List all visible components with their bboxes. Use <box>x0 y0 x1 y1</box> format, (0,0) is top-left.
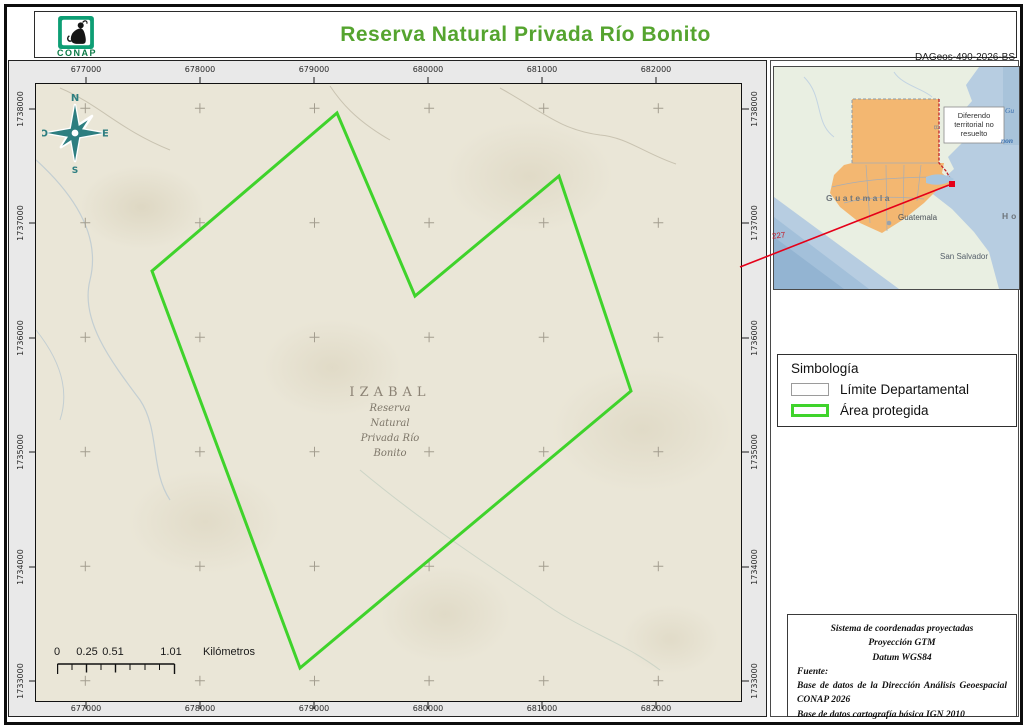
inset-belize-label: B <box>932 125 939 130</box>
x-axis-label: 678000 <box>175 704 225 713</box>
departmental-boundary-swatch <box>791 383 829 396</box>
department-label: IZABAL <box>349 385 430 400</box>
inset-san-salvador-label: San Salvador <box>940 252 988 261</box>
inset-map-graphic: Diferendo territorial no resuelto Guatem… <box>774 67 1019 289</box>
x-axis-label: 679000 <box>289 704 339 713</box>
inset-city-dot <box>887 221 892 226</box>
crs-line: Proyección GTM <box>797 636 1007 650</box>
inset-sea-label: Gu <box>1005 106 1014 115</box>
side-panel: Diferendo territorial no resuelto Guatem… <box>770 60 1019 717</box>
territorial-note-line: Diferendo <box>958 111 991 120</box>
y-axis-label: 1733000 <box>750 659 760 703</box>
y-axis-label: 1733000 <box>16 659 26 703</box>
header-bar: CONAP Reserva Natural Privada Río Bonito <box>34 11 1017 58</box>
credits-box: Sistema de coordenadas proyectadas Proye… <box>787 614 1017 717</box>
fuente-label: Fuente: <box>797 665 1007 679</box>
compass-e-label: E <box>102 129 108 140</box>
y-axis-label: 1734000 <box>750 545 760 589</box>
reserve-label-line: Privada Río <box>361 433 420 444</box>
y-axis-label: 1738000 <box>16 87 26 131</box>
y-axis-label: 1737000 <box>750 201 760 245</box>
page-title: Reserva Natural Privada Río Bonito <box>35 12 1016 57</box>
compass-o-label: O <box>42 129 48 140</box>
scalebar-value: 1.01 <box>160 646 181 658</box>
legend-title: Simbología <box>791 361 859 376</box>
inset-city-label: Guatemala <box>898 213 938 222</box>
map-canvas: N S E O IZABAL Reserva Natural Privada R… <box>35 83 742 702</box>
x-axis-label: 682000 <box>631 65 681 74</box>
reserve-location-dot <box>949 181 955 187</box>
scale-bar: 0 0.25 0.51 1.01 Kilómetros <box>51 646 281 680</box>
reserve-label-line: Reserva <box>370 403 411 414</box>
x-axis-label: 680000 <box>403 704 453 713</box>
x-axis-label: 682000 <box>631 704 681 713</box>
y-axis-label: 1738000 <box>750 87 760 131</box>
compass-s-label: S <box>72 166 78 175</box>
territorial-note-line: territorial no <box>954 120 994 129</box>
territorial-note-line: resuelto <box>961 129 988 138</box>
scalebar-ticks <box>57 663 187 677</box>
x-axis-label: 680000 <box>403 65 453 74</box>
x-axis-label: 678000 <box>175 65 225 74</box>
x-axis-label: 677000 <box>61 65 111 74</box>
crs-line: Datum WGS84 <box>797 651 1007 665</box>
compass-icon: N S E O <box>42 89 108 175</box>
legend-item-label: Límite Departamental <box>840 382 969 397</box>
reserve-label-line: Natural <box>370 418 409 429</box>
inset-country-label: Guatemala <box>826 193 892 203</box>
y-axis-label: 1736000 <box>16 316 26 360</box>
scalebar-unit: Kilómetros <box>203 646 255 658</box>
x-axis-label: 677000 <box>61 704 111 713</box>
source-line: Base de datos cartografía básica IGN 201… <box>797 708 1007 722</box>
y-axis-label: 1736000 <box>750 316 760 360</box>
x-axis-label: 681000 <box>517 65 567 74</box>
leader-line-ref: 227 <box>772 230 786 240</box>
crs-line: Sistema de coordenadas proyectadas <box>797 622 1007 636</box>
inset-locator-map: Diferendo territorial no resuelto Guatem… <box>773 66 1020 290</box>
map-panel: N S E O IZABAL Reserva Natural Privada R… <box>8 60 767 717</box>
x-axis-label: 681000 <box>517 704 567 713</box>
reserve-label-line: Bonito <box>373 448 406 459</box>
y-axis-label: 1737000 <box>16 201 26 245</box>
x-axis-label: 679000 <box>289 65 339 74</box>
scalebar-value: 0.51 <box>102 646 123 658</box>
scalebar-value: 0.25 <box>76 646 97 658</box>
compass-n-label: N <box>71 93 79 104</box>
protected-area-swatch <box>791 404 829 417</box>
legend-item-label: Área protegida <box>840 403 929 418</box>
y-axis-label: 1735000 <box>16 430 26 474</box>
y-axis-label: 1735000 <box>750 430 760 474</box>
map-document: CONAP Reserva Natural Privada Río Bonito… <box>0 0 1024 726</box>
inset-sea-label: non <box>1001 136 1013 145</box>
source-line: Base de datos de la Dirección Análisis G… <box>797 679 1007 708</box>
scalebar-value: 0 <box>54 646 60 658</box>
legend-box: Simbología Límite Departamental Área pro… <box>777 354 1017 427</box>
compass-rose: N S E O <box>42 89 108 175</box>
inset-honduras-label: Ho <box>1002 211 1019 221</box>
y-axis-label: 1734000 <box>16 545 26 589</box>
